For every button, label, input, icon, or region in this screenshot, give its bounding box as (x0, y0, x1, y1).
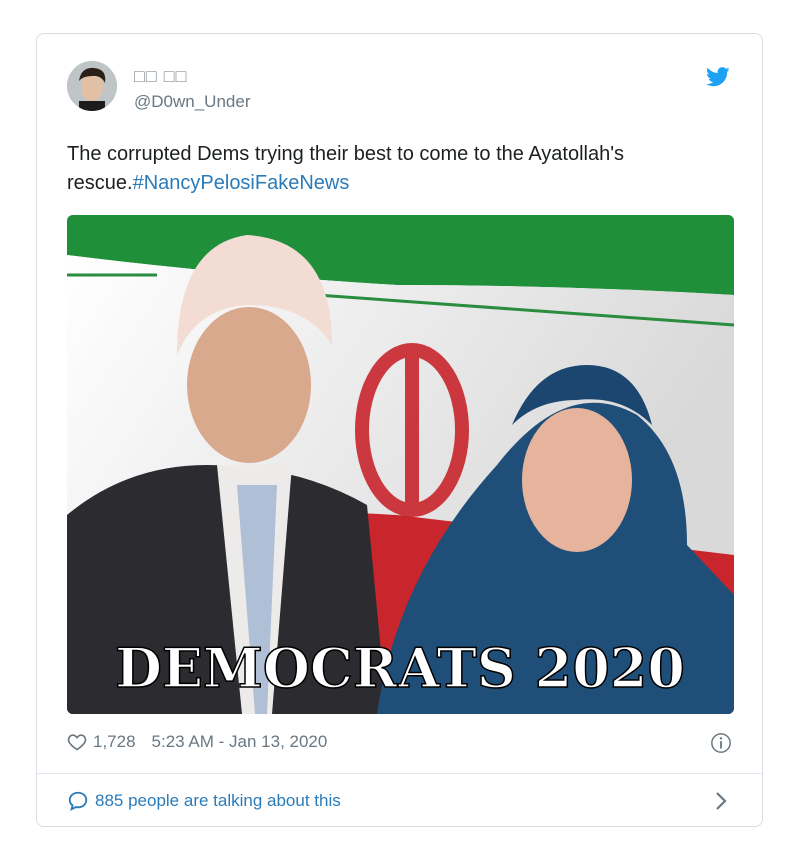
avatar[interactable] (67, 61, 117, 111)
display-name[interactable]: □□ □□ (134, 66, 188, 87)
hashtag-link[interactable]: #NancyPelosiFakeNews (133, 172, 350, 194)
timestamp[interactable]: 5:23 AM - Jan 13, 2020 (152, 732, 328, 752)
chevron-right-icon[interactable] (714, 790, 728, 812)
user-handle[interactable]: @D0wn_Under (134, 92, 250, 112)
tweet-image[interactable]: DEMOCRATS 2020 (67, 215, 734, 714)
speech-bubble-icon (68, 791, 88, 812)
twitter-bird-icon[interactable] (706, 66, 730, 88)
tweet-text: The corrupted Dems trying their best to … (67, 140, 737, 198)
info-icon[interactable] (710, 732, 732, 754)
tweet-meta: 1,728 5:23 AM - Jan 13, 2020 (67, 732, 327, 752)
talking-label: 885 people are talking about this (95, 791, 341, 810)
image-caption: DEMOCRATS 2020 (115, 636, 685, 700)
heart-icon[interactable] (67, 732, 87, 752)
conversation-link[interactable]: 885 people are talking about this (67, 790, 341, 812)
tweet-card[interactable]: □□ □□ @D0wn_Under The corrupted Dems try… (36, 33, 763, 827)
divider (37, 773, 762, 774)
like-count[interactable]: 1,728 (93, 732, 136, 752)
